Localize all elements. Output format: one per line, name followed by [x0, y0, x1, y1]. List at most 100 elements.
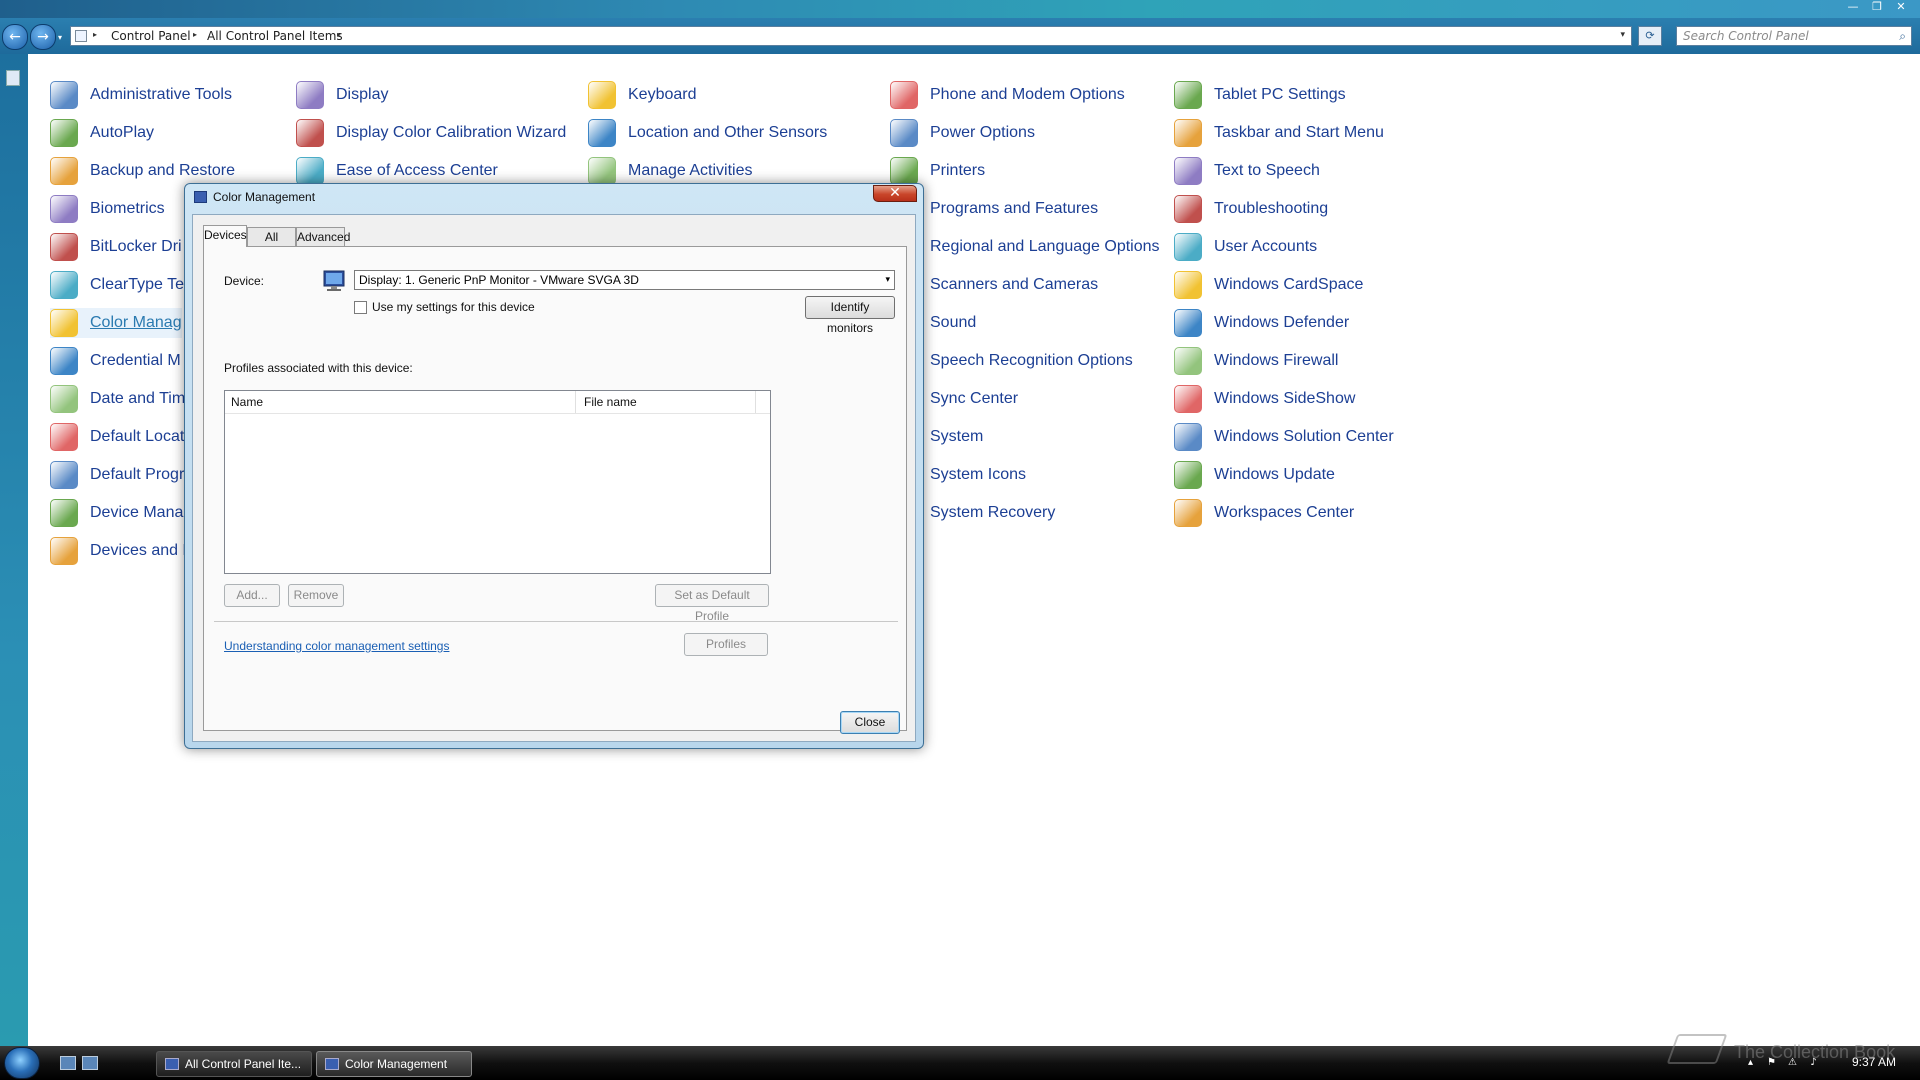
cp-item-backup-and-restore[interactable]: Backup and Restore [50, 156, 235, 186]
cp-item-manage-activities[interactable]: Manage Activities [588, 156, 753, 186]
breadcrumb-control-panel[interactable]: Control Panel [111, 29, 191, 43]
cp-item-label: Taskbar and Start Menu [1214, 124, 1384, 141]
maximize-button[interactable]: ❐ [1866, 0, 1888, 14]
cp-item-label: Windows Firewall [1214, 352, 1339, 369]
column-separator[interactable] [755, 391, 756, 413]
device-mana-icon [50, 499, 78, 527]
cp-item-default-locat[interactable]: Default Locat [50, 422, 184, 452]
cp-item-keyboard[interactable]: Keyboard [588, 80, 697, 110]
cp-item-administrative-tools[interactable]: Administrative Tools [50, 80, 232, 110]
taskbar-item-label: All Control Panel Ite... [185, 1057, 302, 1071]
cp-item-speech-recognition-options[interactable]: Speech Recognition Options [890, 346, 1133, 376]
cp-item-default-progr[interactable]: Default Progr [50, 460, 184, 490]
dialog-title: Color Management [213, 190, 316, 204]
understanding-color-management-link[interactable]: Understanding color management settings [224, 639, 449, 653]
cp-item-windows-cardspace[interactable]: Windows CardSpace [1174, 270, 1363, 300]
dialog-body: Devices All Profiles Advanced Device: Di… [192, 214, 916, 742]
cp-item-ease-of-access-center[interactable]: Ease of Access Center [296, 156, 498, 186]
cp-item-cleartype-te[interactable]: ClearType Te [50, 270, 184, 300]
cp-item-text-to-speech[interactable]: Text to Speech [1174, 156, 1320, 186]
switch-windows-icon[interactable] [82, 1056, 98, 1070]
column-header-name[interactable]: Name [231, 395, 263, 409]
cp-item-devices-and-p[interactable]: Devices and P [50, 536, 193, 566]
cp-item-troubleshooting[interactable]: Troubleshooting [1174, 194, 1328, 224]
chevron-right-icon[interactable]: ▸ [193, 30, 197, 39]
location-and-other-sensors-icon [588, 119, 616, 147]
chevron-right-icon[interactable]: ▸ [337, 30, 341, 39]
cp-item-taskbar-and-start-menu[interactable]: Taskbar and Start Menu [1174, 118, 1384, 148]
close-button[interactable]: Close [840, 711, 900, 734]
cp-item-date-and-tim[interactable]: Date and Tim [50, 384, 185, 414]
taskbar-item-color-management[interactable]: Color Management [316, 1051, 472, 1077]
add-profile-button[interactable]: Add... [224, 584, 280, 607]
cp-item-windows-firewall[interactable]: Windows Firewall [1174, 346, 1338, 376]
refresh-button[interactable]: ⟳ [1638, 26, 1662, 46]
manage-activities-icon [588, 157, 616, 185]
identify-monitors-button[interactable]: Identify monitors [805, 296, 895, 335]
cp-item-autoplay[interactable]: AutoPlay [50, 118, 154, 148]
cp-item-windows-sideshow[interactable]: Windows SideShow [1174, 384, 1355, 414]
cp-item-power-options[interactable]: Power Options [890, 118, 1035, 148]
chevron-down-icon[interactable]: ▾ [885, 274, 890, 285]
bitlocker-dri-icon [50, 233, 78, 261]
column-header-file-name[interactable]: File name [584, 395, 637, 409]
cp-item-regional-and-language-options[interactable]: Regional and Language Options [890, 232, 1160, 262]
pane-toggle-icon[interactable] [6, 70, 20, 86]
cp-item-display-color-calibration-wizard[interactable]: Display Color Calibration Wizard [296, 118, 566, 148]
monitor-icon [323, 270, 345, 291]
cp-item-label: AutoPlay [90, 124, 155, 141]
dialog-close-button[interactable]: ✕ [873, 185, 917, 202]
cp-item-bitlocker-dri[interactable]: BitLocker Dri [50, 232, 182, 262]
cp-item-label: Windows CardSpace [1214, 276, 1364, 293]
address-bar[interactable]: ▸ Control Panel ▸ All Control Panel Item… [70, 26, 1632, 46]
cp-item-phone-and-modem-options[interactable]: Phone and Modem Options [890, 80, 1125, 110]
profiles-button[interactable]: Profiles [684, 633, 768, 656]
troubleshooting-icon [1174, 195, 1202, 223]
cp-item-biometrics[interactable]: Biometrics [50, 194, 165, 224]
start-button[interactable] [4, 1047, 40, 1079]
tab-all-profiles[interactable]: All Profiles [247, 227, 296, 262]
chevron-right-icon[interactable]: ▸ [93, 30, 97, 39]
cp-item-label: Text to Speech [1214, 162, 1320, 179]
cp-item-label: Display [336, 86, 389, 103]
cp-item-workspaces-center[interactable]: Workspaces Center [1174, 498, 1354, 528]
back-button[interactable]: ← [2, 24, 28, 50]
cp-item-color-manag[interactable]: Color Manag [50, 308, 182, 338]
cp-item-windows-defender[interactable]: Windows Defender [1174, 308, 1349, 338]
minimize-button[interactable]: — [1842, 0, 1864, 14]
column-separator[interactable] [575, 391, 576, 413]
forward-button[interactable]: → [30, 24, 56, 50]
cp-item-credential-m[interactable]: Credential M [50, 346, 181, 376]
taskbar-and-start-menu-icon [1174, 119, 1202, 147]
cp-item-user-accounts[interactable]: User Accounts [1174, 232, 1317, 262]
show-desktop-icon[interactable] [60, 1056, 76, 1070]
cp-item-printers[interactable]: Printers [890, 156, 985, 186]
date-and-tim-icon [50, 385, 78, 413]
cp-item-location-and-other-sensors[interactable]: Location and Other Sensors [588, 118, 827, 148]
address-dropdown-icon[interactable]: ▾ [1620, 30, 1625, 40]
cp-item-display[interactable]: Display [296, 80, 388, 110]
cp-item-windows-solution-center[interactable]: Windows Solution Center [1174, 422, 1394, 452]
cp-item-label: Biometrics [90, 200, 165, 217]
windows-cardspace-icon [1174, 271, 1202, 299]
use-my-settings-label[interactable]: Use my settings for this device [372, 300, 535, 314]
recent-pages-dropdown-icon[interactable]: ▾ [58, 33, 62, 42]
cp-item-label: Credential M [90, 352, 181, 369]
cp-item-device-mana[interactable]: Device Mana [50, 498, 183, 528]
breadcrumb-all-items[interactable]: All Control Panel Items [207, 29, 343, 43]
cp-item-windows-update[interactable]: Windows Update [1174, 460, 1335, 490]
tab-advanced[interactable]: Advanced [296, 227, 350, 246]
cp-item-label: Windows Update [1214, 466, 1335, 483]
remove-profile-button[interactable]: Remove [288, 584, 344, 607]
use-my-settings-checkbox[interactable] [354, 301, 367, 314]
control-panel-icon [75, 30, 87, 42]
device-select[interactable]: Display: 1. Generic PnP Monitor - VMware… [354, 270, 895, 290]
tab-devices[interactable]: Devices [203, 225, 247, 247]
taskbar-item-control-panel[interactable]: All Control Panel Ite... [156, 1051, 312, 1077]
cp-item-tablet-pc-settings[interactable]: Tablet PC Settings [1174, 80, 1346, 110]
search-icon[interactable]: ⌕ [1899, 29, 1906, 44]
close-window-button[interactable]: ✕ [1890, 0, 1912, 14]
search-input[interactable]: Search Control Panel ⌕ [1676, 26, 1912, 46]
set-default-profile-button[interactable]: Set as Default Profile [655, 584, 769, 623]
profiles-list[interactable]: Name File name [224, 390, 771, 574]
